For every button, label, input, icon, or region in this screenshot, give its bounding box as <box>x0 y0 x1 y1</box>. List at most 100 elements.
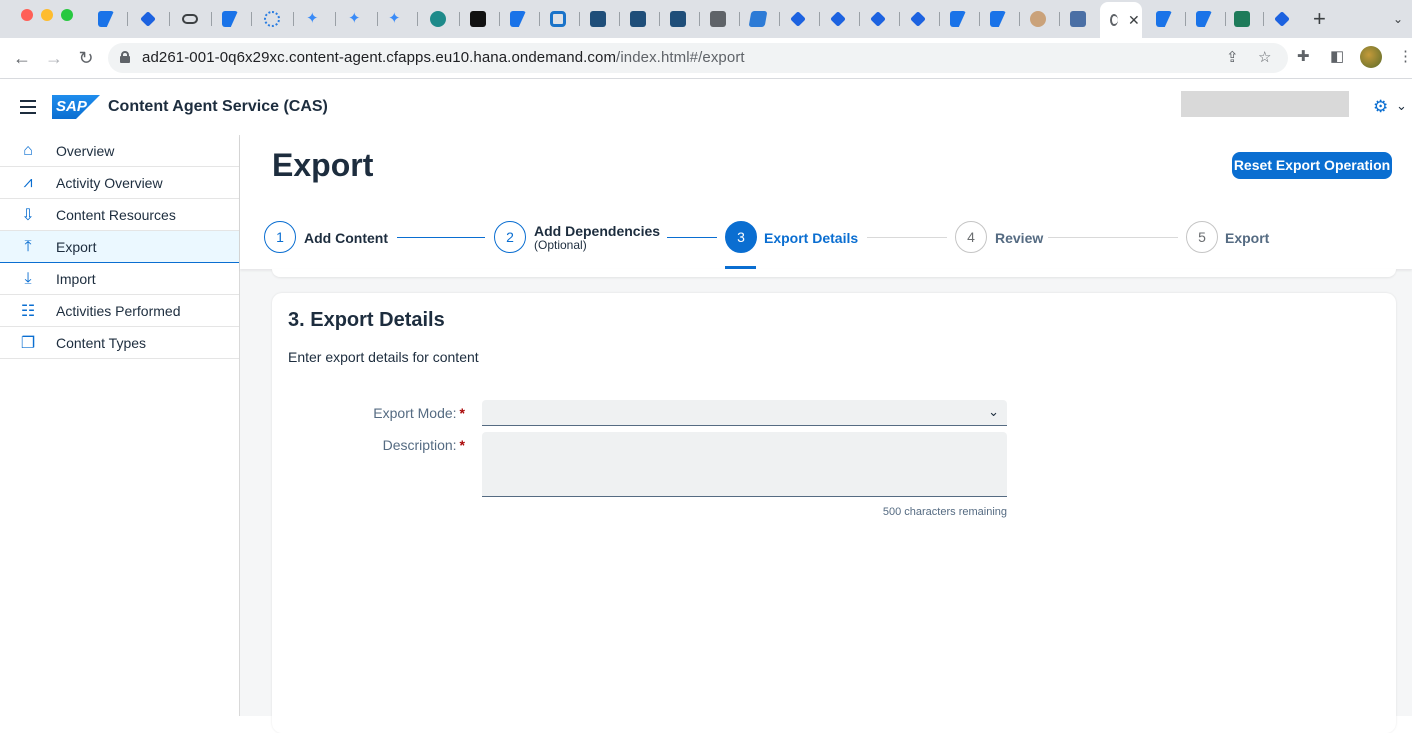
browser-tab[interactable] <box>420 6 460 32</box>
browser-tab[interactable] <box>980 6 1020 32</box>
more-menu-icon[interactable]: ⋮ <box>1398 47 1412 65</box>
sap-icon <box>1196 11 1212 27</box>
browser-tab-active[interactable]: ✕ <box>1100 2 1142 38</box>
sap-icon <box>98 11 114 27</box>
chevron-down-icon[interactable]: ⌄ <box>988 404 999 420</box>
browser-tab[interactable] <box>820 6 860 32</box>
browser-tab-strip: ✦ ✦ ✦ ✕ + ⌄ <box>0 0 1412 38</box>
browser-tab[interactable]: ✦ <box>296 6 336 32</box>
wizard-connector <box>867 237 947 238</box>
wizard-step-5: 5 <box>1186 221 1218 253</box>
wizard-step-label[interactable]: Add Content <box>304 230 388 246</box>
share-icon[interactable]: ⇪ <box>1226 48 1239 66</box>
tab-search-chevron-icon[interactable]: ⌄ <box>1393 12 1405 26</box>
browser-tab[interactable]: ✦ <box>338 6 378 32</box>
browser-tab[interactable] <box>740 6 780 32</box>
diamond-icon <box>140 11 156 27</box>
browser-tab[interactable]: ✦ <box>378 6 418 32</box>
wizard-step-1[interactable]: 1 <box>264 221 296 253</box>
sidebar-item-overview[interactable]: ⌂ Overview <box>0 135 239 167</box>
browser-tab[interactable] <box>660 6 700 32</box>
sharepoint-icon <box>1234 11 1250 27</box>
sidebar-item-activities-performed[interactable]: ☷ Activities Performed <box>0 295 239 327</box>
diamond-icon <box>870 11 886 27</box>
browser-tab[interactable] <box>580 6 620 32</box>
sidebar-item-import[interactable]: ⤓ Import <box>0 263 239 295</box>
browser-tab[interactable] <box>212 6 252 32</box>
wizard-step-2[interactable]: 2 <box>494 221 526 253</box>
export-mode-select[interactable]: ⌄ <box>482 400 1007 426</box>
sparkle-icon: ✦ <box>388 10 401 27</box>
browser-tab[interactable] <box>460 6 500 32</box>
section-description: Enter export details for content <box>288 349 479 365</box>
required-marker: * <box>459 437 465 453</box>
new-tab-button[interactable]: + <box>1313 6 1326 32</box>
browser-tab[interactable] <box>254 6 294 32</box>
sidebar-item-activity-overview[interactable]: ⩘ Activity Overview <box>0 167 239 199</box>
extensions-icon[interactable]: ✚ <box>1297 47 1310 65</box>
menu-icon[interactable] <box>20 100 36 114</box>
character-counter: 500 characters remaining <box>882 506 1007 518</box>
close-window-button[interactable] <box>21 9 33 21</box>
side-panel-icon[interactable]: ◧ <box>1330 47 1344 65</box>
browser-tab[interactable] <box>620 6 660 32</box>
diamond-icon <box>790 11 806 27</box>
sidebar-item-label: Content Types <box>56 334 147 351</box>
browser-toolbar: ← → ↻ ad261-001-0q6x29xc.content-agent.c… <box>0 38 1412 79</box>
browser-tab[interactable] <box>500 6 540 32</box>
upload-icon: ⤒ <box>24 237 32 255</box>
sidebar-item-content-types[interactable]: ❐ Content Types <box>0 327 239 359</box>
browser-tab[interactable] <box>1224 6 1264 32</box>
download-tray-icon: ⇩ <box>21 206 35 224</box>
browser-tab[interactable] <box>900 6 940 32</box>
bookmark-star-icon[interactable]: ☆ <box>1258 48 1271 66</box>
reload-icon[interactable]: ↻ <box>74 46 98 70</box>
wizard-step-label[interactable]: Add Dependencies <box>534 223 660 239</box>
browser-tab[interactable] <box>1020 6 1060 32</box>
forward-icon[interactable]: → <box>42 46 66 70</box>
wizard-step-3[interactable]: 3 <box>725 221 757 253</box>
export-mode-label: Export Mode: * <box>373 405 465 421</box>
sap-logo[interactable]: SAP <box>52 95 100 119</box>
browser-tab[interactable] <box>1264 6 1304 32</box>
globe-icon <box>710 11 726 27</box>
browser-tab[interactable] <box>1186 6 1226 32</box>
gear-icon[interactable]: ⚙ <box>1373 97 1388 117</box>
profile-avatar[interactable] <box>1360 46 1382 68</box>
browser-tab[interactable] <box>860 6 900 32</box>
browser-tab[interactable] <box>540 6 580 32</box>
wizard-step-label: Export <box>1225 230 1270 246</box>
browser-tab[interactable] <box>700 6 740 32</box>
sidebar-item-content-resources[interactable]: ⇩ Content Resources <box>0 199 239 231</box>
play-icon <box>630 11 646 27</box>
sidebar-item-export[interactable]: ⤒ Export <box>0 231 239 263</box>
browser-tab[interactable] <box>88 6 128 32</box>
lock-icon[interactable] <box>120 51 130 63</box>
layers-icon: ❐ <box>20 334 36 352</box>
play-icon <box>670 11 686 27</box>
reset-export-button[interactable]: Reset Export Operation <box>1232 152 1392 179</box>
browser-tab[interactable] <box>130 6 170 32</box>
description-textarea[interactable] <box>482 432 1007 497</box>
minimize-window-button[interactable] <box>41 9 53 21</box>
browser-tab[interactable] <box>940 6 980 32</box>
address-bar[interactable]: ad261-001-0q6x29xc.content-agent.cfapps.… <box>108 43 1288 73</box>
diamond-icon <box>830 11 846 27</box>
wizard-step-sublabel: (Optional) <box>534 238 587 252</box>
close-tab-icon[interactable]: ✕ <box>1128 12 1140 29</box>
browser-tab[interactable] <box>1060 6 1100 32</box>
wizard-step-label[interactable]: Export Details <box>764 230 858 246</box>
url-text[interactable]: ad261-001-0q6x29xc.content-agent.cfapps.… <box>142 49 745 66</box>
sparkle-icon: ✦ <box>348 10 361 27</box>
user-info-redacted <box>1181 91 1349 117</box>
azure-icon <box>550 11 566 27</box>
browser-tab[interactable] <box>780 6 820 32</box>
maximize-window-button[interactable] <box>61 9 73 21</box>
chevron-down-icon[interactable]: ⌄ <box>1396 98 1407 114</box>
description-label: Description: * <box>382 437 465 453</box>
browser-tab[interactable] <box>172 6 212 32</box>
visual-studio-icon <box>748 11 768 27</box>
browser-tab[interactable] <box>1146 6 1186 32</box>
back-icon[interactable]: ← <box>10 46 34 70</box>
page-title: Export <box>272 147 374 183</box>
